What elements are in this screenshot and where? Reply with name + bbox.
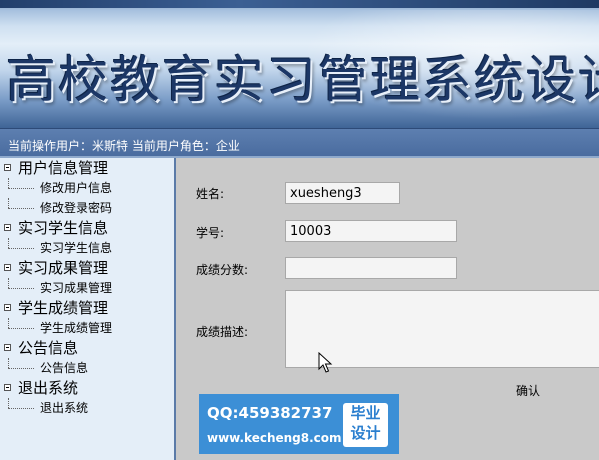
collapse-icon[interactable] [4,224,11,231]
nav-parent-logout[interactable]: 退出系统 [0,378,174,398]
nav-item-label: 修改登录密码 [40,201,113,215]
nav-item-edit-user-info[interactable]: 修改用户信息 [0,178,174,198]
nav-item-label: 实习成果管理 [40,281,113,295]
nav-parent-intern-results[interactable]: 实习成果管理 [0,258,174,278]
student-number-field[interactable] [285,220,457,242]
nav-item-label: 退出系统 [40,401,89,415]
header-banner: 高校教育实习管理系统设计 [0,0,599,128]
tree-line [8,238,10,248]
nav-item-intern-students[interactable]: 实习学生信息 [0,238,174,258]
tree-line [8,208,34,210]
collapse-icon[interactable] [4,304,11,311]
nav-item-label: 修改用户信息 [40,181,113,195]
sidebar-nav: 用户信息管理 修改用户信息 修改登录密码 实习学生信息 实习学生信息 实习成果管… [0,158,176,460]
score-label: 成绩分数: [196,263,249,277]
tree-line [8,358,10,368]
tree-line [8,368,34,370]
collapse-icon[interactable] [4,264,11,271]
nav-parent-student-grades[interactable]: 学生成绩管理 [0,298,174,318]
collapse-icon[interactable] [4,384,11,391]
nav-group-logout: 退出系统 退出系统 [0,378,174,418]
badge-line-2: 设计 [350,424,381,442]
tree-line [8,188,34,190]
nav-parent-announcements[interactable]: 公告信息 [0,338,174,358]
tree-line [8,408,34,410]
tree-line [8,198,10,208]
tree-line [8,278,10,288]
watermark-qq: QQ:459382737 [207,404,333,422]
nav-item-label: 学生成绩管理 [40,321,113,335]
tree-line [8,398,10,408]
nav-item-intern-results[interactable]: 实习成果管理 [0,278,174,298]
tree-line [8,248,34,250]
name-field[interactable] [285,182,400,204]
current-user-text: 当前操作用户：米斯特 当前用户角色：企业 [8,139,240,153]
nav-parent-label: 实习学生信息 [18,219,109,237]
banner-top-stripe [0,0,599,8]
nav-parent-label: 用户信息管理 [18,159,109,177]
nav-group-intern-results: 实习成果管理 实习成果管理 [0,258,174,298]
mouse-cursor-icon [318,352,333,373]
name-label: 姓名: [196,187,225,201]
nav-item-change-password[interactable]: 修改登录密码 [0,198,174,218]
nav-group-intern-students: 实习学生信息 实习学生信息 [0,218,174,258]
user-status-bar: 当前操作用户：米斯特 当前用户角色：企业 [0,128,599,158]
nav-item-logout[interactable]: 退出系统 [0,398,174,418]
watermark-badge: 毕业 设计 [343,403,388,447]
collapse-icon[interactable] [4,164,11,171]
nav-parent-intern-students[interactable]: 实习学生信息 [0,218,174,238]
app-title: 高校教育实习管理系统设计 [6,51,599,109]
nav-parent-user-info[interactable]: 用户信息管理 [0,158,174,178]
tree-line [8,178,10,188]
nav-item-student-grades[interactable]: 学生成绩管理 [0,318,174,338]
nav-group-user-info: 用户信息管理 修改用户信息 修改登录密码 [0,158,174,218]
badge-line-1: 毕业 [350,404,381,422]
student-number-label: 学号: [196,226,225,240]
score-field[interactable] [285,257,457,279]
nav-item-label: 公告信息 [40,361,89,375]
nav-parent-label: 实习成果管理 [18,259,109,277]
nav-item-announcements[interactable]: 公告信息 [0,358,174,378]
description-label: 成绩描述: [196,325,249,339]
watermark-banner: QQ:459382737 www.kecheng8.com 毕业 设计 [199,394,399,454]
nav-parent-label: 公告信息 [18,339,79,357]
nav-parent-label: 学生成绩管理 [18,299,109,317]
nav-item-label: 实习学生信息 [40,241,113,255]
watermark-site: www.kecheng8.com [207,431,342,445]
nav-group-student-grades: 学生成绩管理 学生成绩管理 [0,298,174,338]
tree-line [8,318,10,328]
confirm-button[interactable]: 确认 [516,382,540,399]
tree-line [8,328,34,330]
nav-parent-label: 退出系统 [18,379,79,397]
tree-line [8,288,34,290]
nav-group-announcements: 公告信息 公告信息 [0,338,174,378]
collapse-icon[interactable] [4,344,11,351]
